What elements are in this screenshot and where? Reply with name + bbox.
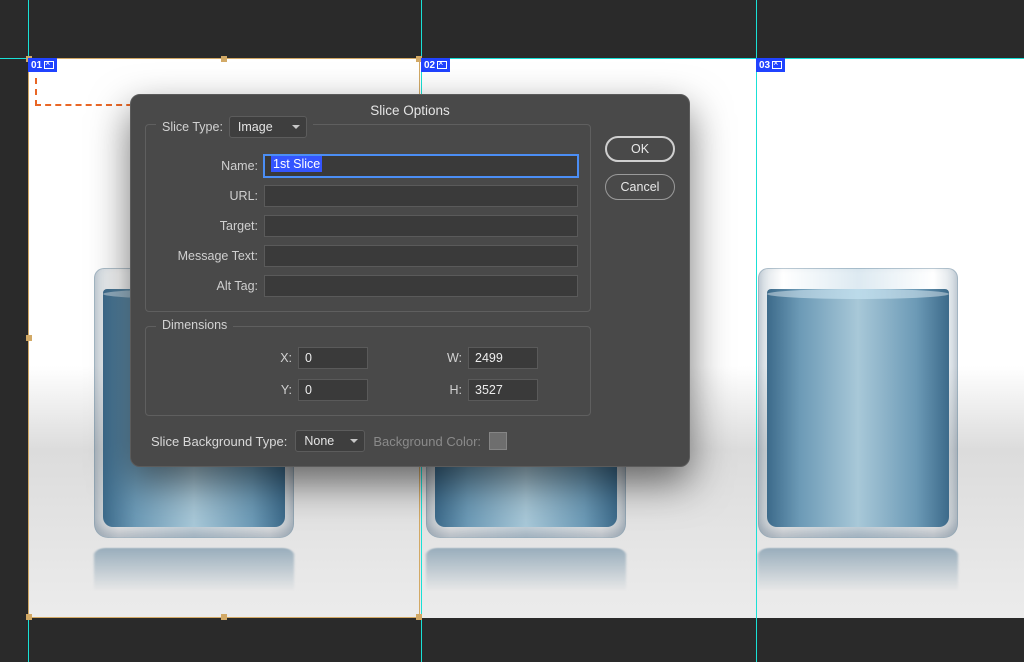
bg-type-label: Slice Background Type: xyxy=(151,434,287,449)
slice-options-dialog: Slice Options Slice Type: Image Name: 1s… xyxy=(130,94,690,467)
ok-button[interactable]: OK xyxy=(605,136,675,162)
name-input-value: 1st Slice xyxy=(271,156,322,172)
dimensions-group: Dimensions X: W: Y: H: xyxy=(145,326,591,416)
h-label: H: xyxy=(368,383,468,397)
url-label: URL: xyxy=(158,189,258,203)
h-input[interactable] xyxy=(468,379,538,401)
x-input[interactable] xyxy=(298,347,368,369)
alt-tag-label: Alt Tag: xyxy=(158,279,258,293)
slice-badge-3[interactable]: 03 xyxy=(756,58,785,72)
cancel-button-label: Cancel xyxy=(621,180,660,194)
glass-image-3 xyxy=(748,238,968,598)
guide-vertical[interactable] xyxy=(756,0,757,662)
name-input[interactable]: 1st Slice xyxy=(264,155,578,177)
target-input[interactable] xyxy=(264,215,578,237)
bg-color-label: Background Color: xyxy=(373,434,481,449)
alt-tag-input[interactable] xyxy=(264,275,578,297)
bg-type-value: None xyxy=(304,434,334,448)
name-label: Name: xyxy=(158,159,258,173)
message-text-label: Message Text: xyxy=(158,249,258,263)
slice-badge-1[interactable]: 01 xyxy=(28,58,57,72)
dimensions-legend: Dimensions xyxy=(156,318,233,332)
message-text-input[interactable] xyxy=(264,245,578,267)
bg-color-swatch xyxy=(489,432,507,450)
image-slice-icon xyxy=(772,61,782,69)
bg-type-select[interactable]: None xyxy=(295,430,365,452)
slice-type-select[interactable]: Image xyxy=(229,116,307,138)
url-input[interactable] xyxy=(264,185,578,207)
x-label: X: xyxy=(158,351,298,365)
slice-number: 03 xyxy=(759,60,770,71)
slice-region-3[interactable] xyxy=(692,58,1024,618)
image-slice-icon xyxy=(44,61,54,69)
ok-button-label: OK xyxy=(631,142,649,156)
slice-badge-2[interactable]: 02 xyxy=(421,58,450,72)
w-input[interactable] xyxy=(468,347,538,369)
w-label: W: xyxy=(368,351,468,365)
slice-number: 01 xyxy=(31,60,42,71)
image-slice-icon xyxy=(437,61,447,69)
cancel-button[interactable]: Cancel xyxy=(605,174,675,200)
slice-number: 02 xyxy=(424,60,435,71)
slice-type-value: Image xyxy=(238,120,273,134)
guide-horizontal[interactable] xyxy=(0,58,1024,59)
y-input[interactable] xyxy=(298,379,368,401)
slice-type-group: Slice Type: Image Name: 1st Slice URL: xyxy=(145,124,591,312)
guide-vertical[interactable] xyxy=(28,0,29,662)
target-label: Target: xyxy=(158,219,258,233)
slice-type-label: Slice Type: xyxy=(162,120,223,134)
y-label: Y: xyxy=(158,383,298,397)
